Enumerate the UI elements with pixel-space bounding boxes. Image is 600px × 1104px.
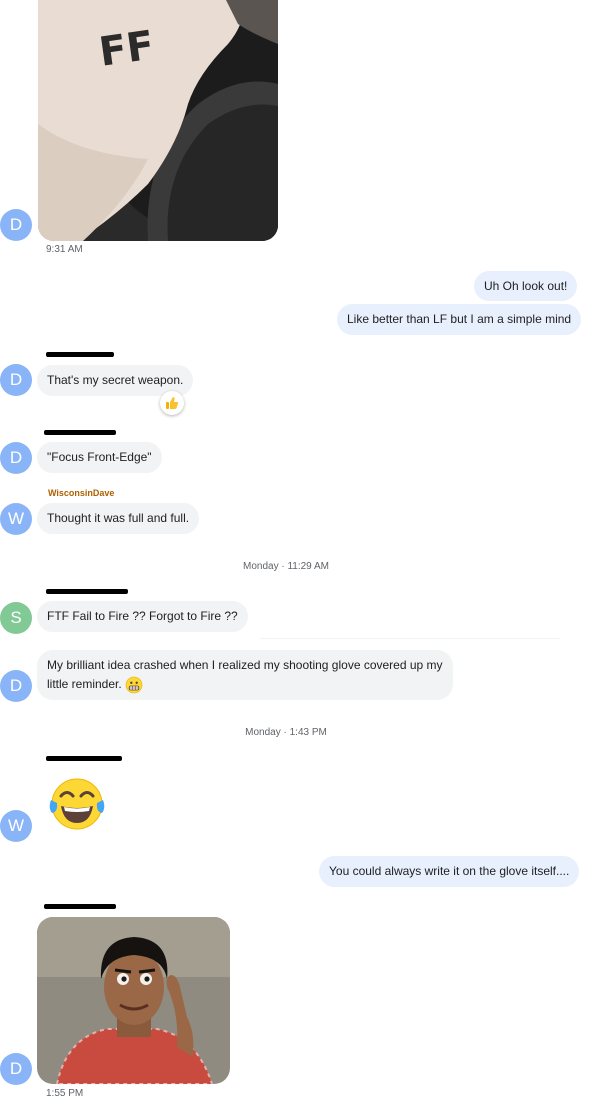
hand-text: FF xyxy=(96,23,157,76)
redacted-sender-name xyxy=(44,904,116,909)
reaction-photo-image xyxy=(37,917,230,1084)
divider-line xyxy=(260,638,560,639)
incoming-message[interactable]: Thought it was full and full. xyxy=(37,503,200,534)
message-timestamp: 1:55 PM xyxy=(46,1088,84,1099)
reaction-photo[interactable] xyxy=(37,917,230,1084)
avatar[interactable]: D xyxy=(0,442,32,474)
avatar[interactable]: W xyxy=(0,503,32,535)
avatar[interactable]: S xyxy=(0,602,32,634)
message-text: My brilliant idea crashed when I realize… xyxy=(47,658,443,691)
reaction-badge[interactable] xyxy=(160,391,184,415)
redacted-sender-name xyxy=(44,430,116,435)
grimacing-face-icon xyxy=(125,676,143,694)
avatar[interactable]: D xyxy=(0,1053,32,1085)
redacted-sender-name xyxy=(46,589,128,594)
hand-photo[interactable]: FF xyxy=(38,0,278,241)
hand-photo-image: FF xyxy=(38,0,278,241)
tears-of-joy-icon[interactable] xyxy=(48,776,106,832)
message-timestamp: 9:31 AM xyxy=(46,244,83,255)
outgoing-message[interactable]: Uh Oh look out! xyxy=(474,271,578,301)
outgoing-message[interactable]: Like better than LF but I am a simple mi… xyxy=(337,304,582,335)
avatar[interactable]: D xyxy=(0,209,32,241)
incoming-message[interactable]: "Focus Front-Edge" xyxy=(37,442,162,473)
outgoing-message[interactable]: You could always write it on the glove i… xyxy=(319,856,580,887)
avatar[interactable]: W xyxy=(0,810,32,842)
date-divider: Monday · 1:43 PM xyxy=(245,727,327,738)
date-divider: Monday · 11:29 AM xyxy=(243,561,329,572)
sender-name: WisconsinDave xyxy=(48,488,115,498)
thumbs-up-icon xyxy=(166,397,179,409)
avatar[interactable]: D xyxy=(0,364,32,396)
incoming-message[interactable]: My brilliant idea crashed when I realize… xyxy=(37,650,453,700)
avatar[interactable]: D xyxy=(0,670,32,702)
redacted-sender-name xyxy=(46,352,114,357)
incoming-message[interactable]: FTF Fail to Fire ?? Forgot to Fire ?? xyxy=(37,601,248,632)
redacted-sender-name xyxy=(46,756,122,761)
